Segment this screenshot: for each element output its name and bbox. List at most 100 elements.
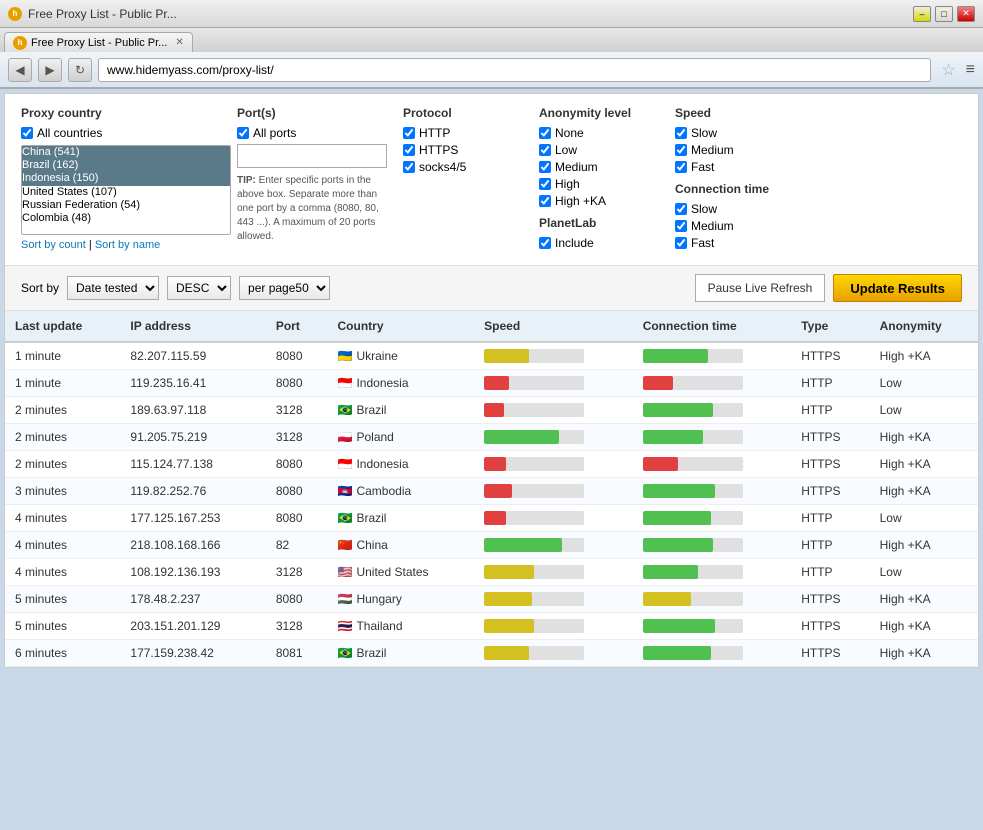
connection-bar-fill (643, 619, 715, 633)
all-ports-checkbox[interactable] (237, 127, 249, 139)
anon-highka-row: High +KA (539, 194, 659, 208)
connection-bar-fill (643, 403, 713, 417)
https-checkbox-row: HTTPS (403, 143, 523, 157)
speed-bar-fill (484, 457, 506, 471)
cell-type: HTTP (791, 397, 869, 424)
cell-anonymity: Low (870, 505, 978, 532)
anon-highka-checkbox[interactable] (539, 195, 551, 207)
speed-bar (484, 484, 584, 498)
close-button[interactable]: ✕ (957, 6, 975, 22)
cell-port: 8080 (266, 586, 328, 613)
https-checkbox[interactable] (403, 144, 415, 156)
window-title: Free Proxy List - Public Pr... (28, 7, 913, 21)
socks-checkbox[interactable] (403, 161, 415, 173)
cell-country: 🇧🇷Brazil (328, 505, 475, 532)
cell-connection (633, 424, 792, 451)
cell-ip: 203.151.201.129 (120, 613, 265, 640)
sort-by-name-link[interactable]: Sort by name (95, 239, 160, 251)
anon-low-label: Low (555, 143, 577, 157)
socks-checkbox-row: socks4/5 (403, 160, 523, 174)
speed-bar-fill (484, 619, 534, 633)
speed-bar-fill (484, 538, 562, 552)
sort-by-count-link[interactable]: Sort by count (21, 239, 86, 251)
anon-none-checkbox[interactable] (539, 127, 551, 139)
connection-bar (643, 565, 743, 579)
cell-type: HTTP (791, 370, 869, 397)
connection-bar-fill (643, 376, 673, 390)
cell-ip: 108.192.136.193 (120, 559, 265, 586)
cell-speed (474, 586, 633, 613)
speed-bar-fill (484, 349, 529, 363)
all-countries-checkbox[interactable] (21, 127, 33, 139)
reload-button[interactable]: ↻ (68, 58, 92, 82)
http-checkbox[interactable] (403, 127, 415, 139)
forward-button[interactable]: ▶ (38, 58, 62, 82)
cell-port: 8080 (266, 451, 328, 478)
menu-icon[interactable]: ≡ (966, 61, 975, 79)
col-anonymity: Anonymity (870, 311, 978, 342)
cell-anonymity: High +KA (870, 451, 978, 478)
connection-bar-fill (643, 646, 711, 660)
anon-low-checkbox[interactable] (539, 144, 551, 156)
cell-anonymity: Low (870, 397, 978, 424)
filter-area: Proxy country All countries China (541) … (5, 94, 978, 266)
conn-medium-checkbox[interactable] (675, 220, 687, 232)
anon-none-row: None (539, 126, 659, 140)
port-input-field[interactable] (237, 144, 387, 168)
pause-live-refresh-button[interactable]: Pause Live Refresh (695, 274, 826, 302)
sort-field-select[interactable]: Date tested (67, 276, 159, 300)
cell-last-update: 6 minutes (5, 640, 120, 667)
anon-high-checkbox[interactable] (539, 178, 551, 190)
tab-bar: h Free Proxy List - Public Pr... ✕ (0, 28, 983, 52)
speed-fast-label: Fast (691, 160, 714, 174)
conn-slow-checkbox[interactable] (675, 203, 687, 215)
cell-type: HTTP (791, 505, 869, 532)
cell-last-update: 4 minutes (5, 559, 120, 586)
cell-speed (474, 451, 633, 478)
col-speed: Speed (474, 311, 633, 342)
maximize-button[interactable]: □ (935, 6, 953, 22)
anon-high-label: High (555, 177, 580, 191)
cell-anonymity: High +KA (870, 586, 978, 613)
per-page-select[interactable]: per page50 per page30 (239, 276, 330, 300)
cell-country: 🇮🇩Indonesia (328, 370, 475, 397)
table-row: 4 minutes 108.192.136.193 3128 🇺🇸United … (5, 559, 978, 586)
bookmark-icon[interactable]: ☆ (941, 60, 955, 80)
connection-bar-fill (643, 592, 691, 606)
update-results-button[interactable]: Update Results (833, 274, 962, 302)
tab-close-button[interactable]: ✕ (175, 37, 183, 48)
back-button[interactable]: ◀ (8, 58, 32, 82)
cell-anonymity: High +KA (870, 424, 978, 451)
cell-connection (633, 478, 792, 505)
title-bar: h Free Proxy List - Public Pr... – □ ✕ (0, 0, 983, 28)
speed-bar (484, 511, 584, 525)
table-row: 2 minutes 115.124.77.138 8080 🇮🇩Indonesi… (5, 451, 978, 478)
anon-medium-checkbox[interactable] (539, 161, 551, 173)
speed-bar (484, 457, 584, 471)
planetlab-include-checkbox[interactable] (539, 237, 551, 249)
speed-medium-checkbox[interactable] (675, 144, 687, 156)
cell-anonymity: High +KA (870, 613, 978, 640)
cell-anonymity: High +KA (870, 532, 978, 559)
minimize-button[interactable]: – (913, 6, 931, 22)
all-countries-label: All countries (37, 126, 102, 140)
address-bar[interactable] (98, 58, 931, 82)
country-select[interactable]: China (541) Brazil (162) Indonesia (150)… (21, 145, 231, 235)
cell-last-update: 1 minute (5, 342, 120, 370)
port-tip: TIP: Enter specific ports in the above b… (237, 174, 387, 244)
cell-connection (633, 613, 792, 640)
sort-links: Sort by count | Sort by name (21, 239, 221, 251)
conn-fast-checkbox[interactable] (675, 237, 687, 249)
cell-speed (474, 424, 633, 451)
table-row: 1 minute 119.235.16.41 8080 🇮🇩Indonesia … (5, 370, 978, 397)
anon-medium-label: Medium (555, 160, 598, 174)
sort-order-select[interactable]: DESC ASC (167, 276, 231, 300)
cell-type: HTTPS (791, 640, 869, 667)
cell-speed (474, 640, 633, 667)
speed-slow-checkbox[interactable] (675, 127, 687, 139)
cell-ip: 177.125.167.253 (120, 505, 265, 532)
cell-ip: 119.82.252.76 (120, 478, 265, 505)
speed-fast-checkbox[interactable] (675, 161, 687, 173)
browser-tab[interactable]: h Free Proxy List - Public Pr... ✕ (4, 32, 193, 52)
cell-port: 82 (266, 532, 328, 559)
